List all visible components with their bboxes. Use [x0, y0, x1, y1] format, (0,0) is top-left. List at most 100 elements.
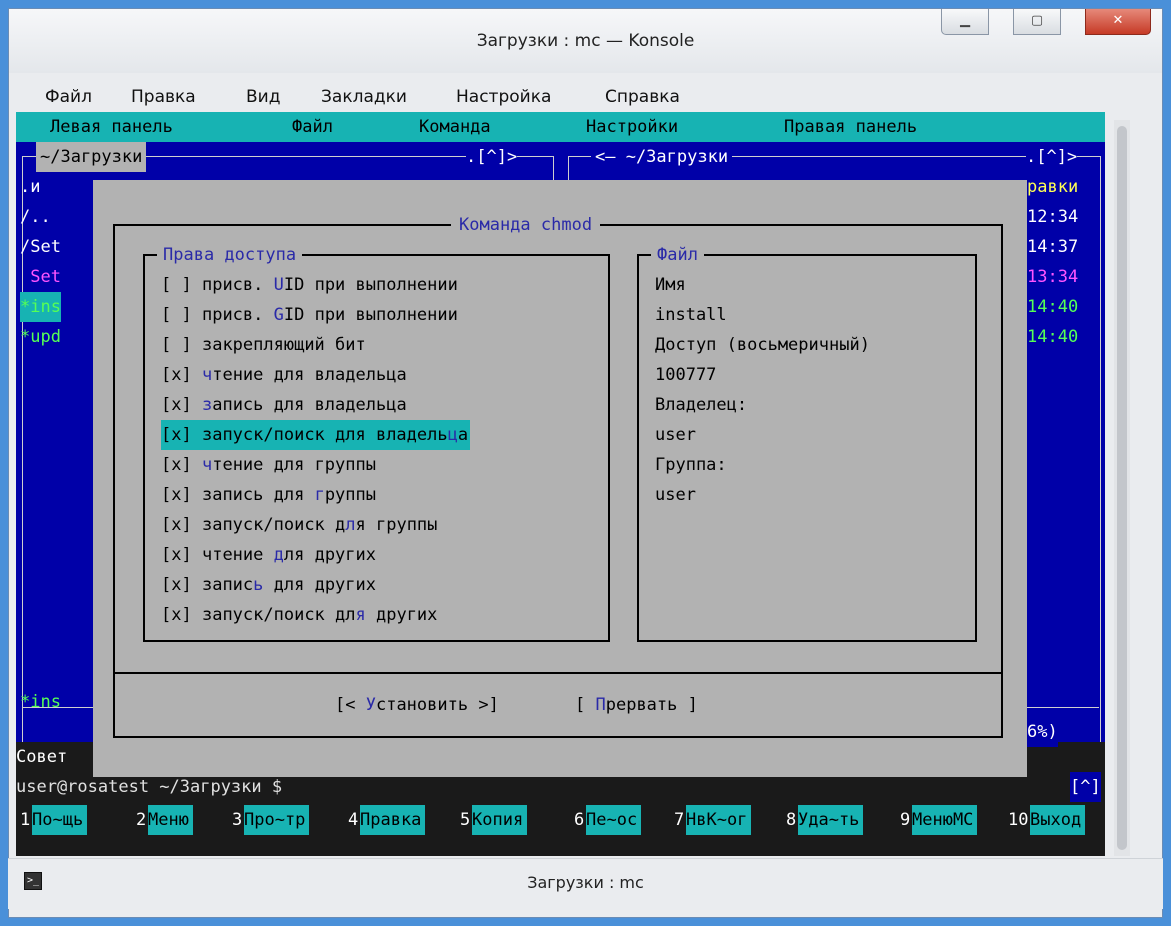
perm-label-rest: для других — [263, 575, 376, 595]
left-panel-scroll[interactable]: .[^]> — [466, 142, 518, 172]
perm-option[interactable]: [ ] закрепляющий бит — [161, 330, 366, 360]
perm-label-rest: ID при выполнении — [283, 275, 458, 295]
fkey-number: 8 — [786, 810, 797, 830]
perm-label-rest: руппы — [324, 485, 376, 505]
right-panel-path[interactable]: <— ~/Загрузки — [591, 142, 733, 172]
fkey-number: 7 — [674, 810, 685, 830]
left-row[interactable]: /Set — [20, 232, 61, 262]
perm-checkbox[interactable]: [x] — [161, 425, 192, 445]
fkey-button[interactable]: НвК~ог — [686, 805, 752, 835]
perm-checkbox[interactable]: [x] — [161, 365, 192, 385]
fkey-number: 3 — [232, 810, 243, 830]
perm-label-rest: а — [457, 425, 469, 445]
menu-bookmarks[interactable]: Закладки — [321, 87, 407, 107]
fkey-button[interactable]: Копия — [472, 805, 528, 835]
perm-checkbox[interactable]: [ ] — [161, 305, 192, 325]
terminal-scrollbar[interactable] — [1114, 120, 1130, 856]
right-row-time[interactable]: 14:40 — [1027, 322, 1078, 352]
perm-checkbox[interactable]: [x] — [161, 605, 192, 625]
left-row-selected[interactable]: *ins — [20, 292, 61, 322]
perm-checkbox[interactable]: [x] — [161, 575, 192, 595]
file-info-line: Группа: — [655, 455, 727, 475]
right-row-time[interactable]: 12:34 — [1027, 202, 1078, 232]
perm-checkbox[interactable]: [x] — [161, 455, 192, 475]
close-button[interactable]: ✕ — [1085, 9, 1151, 35]
left-row[interactable]: /.. — [20, 202, 51, 232]
perm-checkbox[interactable]: [ ] — [161, 335, 192, 355]
mc-menu-options[interactable]: Настройки — [586, 112, 678, 142]
mc-hint: Совет — [16, 747, 68, 767]
perm-option[interactable]: [x] запуск/поиск для группы — [161, 510, 437, 540]
perm-label: запись для — [201, 485, 315, 505]
perm-option-selected[interactable]: [x] запуск/поиск для владельца — [161, 420, 471, 450]
perm-checkbox[interactable]: [x] — [161, 545, 192, 565]
file-info-line: 100777 — [655, 365, 717, 385]
fkey-button[interactable]: Правка — [360, 805, 426, 835]
scrollbar-thumb[interactable] — [1117, 126, 1127, 850]
perm-label: присв. — [201, 275, 274, 295]
cancel-button[interactable]: [ Прервать ] — [575, 690, 698, 720]
perm-option[interactable]: [x] запуск/поиск для других — [161, 600, 437, 630]
perm-option[interactable]: [x] чтение для группы — [161, 450, 376, 480]
menu-view[interactable]: Вид — [246, 87, 280, 107]
perm-option[interactable]: [x] запись для владельца — [161, 390, 407, 420]
perm-checkbox[interactable]: [ ] — [161, 275, 192, 295]
menu-edit[interactable]: Правка — [131, 87, 196, 107]
maximize-button[interactable]: ▢ — [1013, 9, 1061, 35]
perm-label: запуск/поиск дл — [201, 605, 356, 625]
set-button-open: [< — [335, 695, 366, 715]
perm-option[interactable]: [x] запись для других — [161, 570, 376, 600]
perm-checkbox[interactable]: [x] — [161, 515, 192, 535]
minimize-button[interactable]: ▁ — [941, 9, 989, 35]
dialog-separator — [113, 672, 1003, 674]
mc-menu-right[interactable]: Правая панель — [784, 112, 917, 142]
perm-option[interactable]: [x] чтение для других — [161, 540, 376, 570]
window-title: Загрузки : mc — Konsole — [476, 31, 695, 51]
fkey-button[interactable]: По~щь — [32, 805, 88, 835]
file-info-line: user — [655, 485, 696, 505]
perm-label-rest: апись для владельца — [212, 395, 407, 415]
perm-hotkey: ч — [201, 365, 213, 385]
perm-option[interactable]: [x] чтение для владельца — [161, 360, 407, 390]
perm-option[interactable]: [x] запись для группы — [161, 480, 376, 510]
menu-file[interactable]: Файл — [45, 87, 92, 107]
left-row[interactable]: *upd — [20, 322, 61, 352]
mc-menu-command[interactable]: Команда — [419, 112, 491, 142]
close-icon: ✕ — [1112, 13, 1124, 28]
fkey-button[interactable]: Уда~ть — [798, 805, 864, 835]
right-row-time[interactable]: 14:40 — [1027, 292, 1078, 322]
fkey-button[interactable]: МенюМС — [912, 805, 978, 835]
right-row-time[interactable]: 14:37 — [1027, 232, 1078, 262]
fkey-button[interactable]: Про~тр — [244, 805, 310, 835]
perm-hotkey: я — [355, 605, 366, 625]
set-button[interactable]: [< Установить >] — [335, 690, 499, 720]
fkey-button[interactable]: Выход — [1030, 805, 1086, 835]
file-info-line: Владелец: — [655, 395, 748, 415]
file-info-line: user — [655, 425, 696, 445]
mc-menu-file[interactable]: Файл — [292, 112, 333, 142]
right-row-time[interactable]: 13:34 — [1027, 262, 1078, 292]
set-button-label: становить — [375, 695, 469, 715]
mc-menu-left[interactable]: Левая панель — [50, 112, 173, 142]
left-row[interactable]: .и — [20, 172, 40, 202]
menu-settings[interactable]: Настройка — [456, 87, 551, 107]
menu-help[interactable]: Справка — [605, 87, 680, 107]
perm-checkbox[interactable]: [x] — [161, 485, 192, 505]
fkey-button[interactable]: Пе~ос — [586, 805, 642, 835]
perm-option[interactable]: [ ] присв. UID при выполнении — [161, 270, 458, 300]
set-button-hotkey: У — [365, 695, 376, 715]
left-panel-path[interactable]: ~/Загрузки — [36, 142, 147, 172]
dialog-title: Команда chmod — [451, 210, 601, 240]
fkey-number: 2 — [136, 810, 147, 830]
perm-checkbox[interactable]: [x] — [161, 395, 192, 415]
right-panel-scroll[interactable]: .[^]> — [1026, 142, 1078, 172]
title-bar[interactable]: Загрузки : mc — Konsole ▁ ▢ ✕ — [9, 9, 1162, 73]
perm-option[interactable]: [ ] присв. GID при выполнении — [161, 300, 458, 330]
terminal-area[interactable]: Левая панель Файл Команда Настройки Прав… — [16, 112, 1105, 856]
minimize-icon: ▁ — [960, 13, 970, 28]
perm-label: запуск/поиск для владель — [201, 425, 448, 445]
perm-label-rest: я группы — [355, 515, 438, 535]
left-row[interactable]: Set — [20, 262, 61, 292]
fkey-button[interactable]: Меню — [148, 805, 193, 835]
prompt-indicator: [^] — [1070, 772, 1101, 802]
